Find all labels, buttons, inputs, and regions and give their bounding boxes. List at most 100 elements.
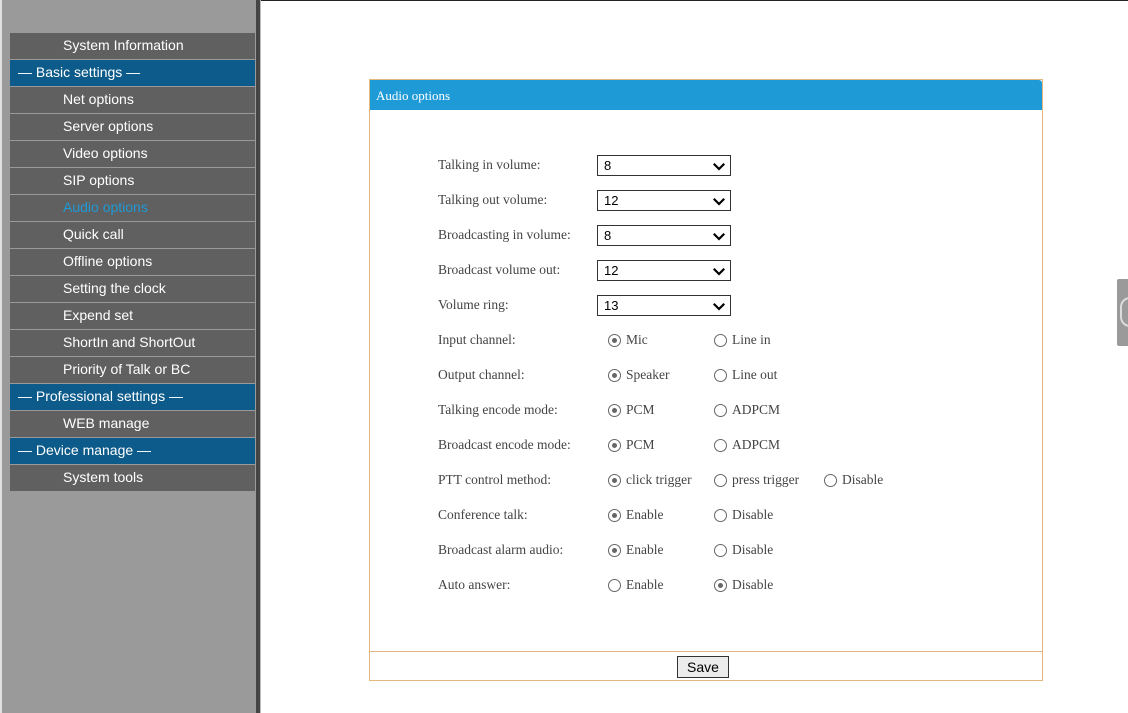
select-row: Volume ring: 13 (438, 295, 998, 316)
radio-label: Speaker (626, 367, 670, 382)
sidebar-item-video-options[interactable]: Video options (10, 141, 255, 167)
radio-label: Disable (732, 507, 774, 522)
radio-unchecked-icon (714, 369, 727, 382)
radio-row: Broadcast alarm audio: Enable Disable (438, 541, 998, 561)
radio-unchecked-icon (714, 474, 727, 487)
radio-checked-icon (608, 544, 621, 557)
field-label: Broadcasting in volume: (438, 227, 571, 242)
sidebar-item-offline-options[interactable]: Offline options (10, 249, 255, 275)
field-label: Talking out volume: (438, 192, 548, 207)
sidebar-section-basic-settings: — Basic settings — (10, 60, 255, 86)
radio-row: Auto answer: Enable Disable (438, 576, 998, 596)
radio-row: Output channel: Speaker Line out (438, 366, 998, 386)
radio-unchecked-icon (824, 474, 837, 487)
field-label: Broadcast alarm audio: (438, 542, 564, 557)
sidebar-item-priority-of-talk-or-bc[interactable]: Priority of Talk or BC (10, 357, 255, 383)
chevron-down-icon (712, 159, 726, 171)
radio-label: Mic (626, 332, 648, 347)
sidebar-item-quick-call[interactable]: Quick call (10, 222, 255, 248)
radio-row: Broadcast encode mode: PCM ADPCM (438, 436, 998, 456)
volume-select[interactable]: 12 (597, 260, 731, 281)
radio-label: Disable (732, 577, 774, 592)
field-label: Auto answer: (438, 577, 511, 592)
select-row: Talking in volume: 8 (438, 155, 998, 176)
select-value: 12 (604, 193, 619, 208)
radio-label: PCM (626, 402, 655, 417)
radio-label: Enable (626, 507, 664, 522)
radio-label: Line out (732, 367, 778, 382)
sidebar-item-server-options[interactable]: Server options (10, 114, 255, 140)
radio-checked-icon (608, 404, 621, 417)
radio-label: Disable (842, 472, 884, 487)
field-label: Output channel: (438, 367, 525, 382)
sidebar-item-web-manage[interactable]: WEB manage (10, 411, 255, 437)
radio-label: ADPCM (732, 437, 781, 452)
sidebar-section-device-manage: — Device manage — (10, 438, 255, 464)
sidebar-item-shortin-and-shortout[interactable]: ShortIn and ShortOut (10, 330, 255, 356)
radio-row: PTT control method: click trigger press tr… (438, 471, 998, 491)
field-label: Broadcast encode mode: (438, 437, 571, 452)
panel-footer: Save (370, 651, 1042, 682)
radio-unchecked-icon (608, 579, 621, 592)
chevron-down-icon (712, 229, 726, 241)
radio-row: Conference talk: Enable Disable (438, 506, 998, 526)
select-row: Broadcasting in volume: 8 (438, 225, 998, 246)
radio-unchecked-icon (714, 334, 727, 347)
field-label: Broadcast volume out: (438, 262, 561, 277)
radio-row: Input channel: Mic Line in (438, 331, 998, 351)
sidebar-item-expend-set[interactable]: Expend set (10, 303, 255, 329)
sidebar-item-system-information[interactable]: System Information (10, 33, 255, 59)
save-button[interactable]: Save (677, 656, 729, 678)
select-value: 8 (604, 158, 612, 173)
radio-unchecked-icon (714, 404, 727, 417)
radio-label: Enable (626, 542, 664, 557)
radio-checked-icon (608, 439, 621, 452)
volume-select[interactable]: 12 (597, 190, 731, 211)
select-value: 13 (604, 298, 619, 313)
select-row: Broadcast volume out: 12 (438, 260, 998, 281)
radio-label: click trigger (626, 472, 692, 487)
collapse-handle[interactable] (1117, 279, 1128, 346)
panel-title: Audio options (370, 80, 1042, 110)
field-label: Talking in volume: (438, 157, 541, 172)
sidebar-divider-edge (260, 0, 261, 713)
sidebar: System Information — Basic settings — Net … (0, 0, 258, 713)
sidebar-item-system-tools[interactable]: System tools (10, 465, 255, 491)
field-label: Input channel: (438, 332, 516, 347)
audio-options-panel: Audio options Talking in volume: 8 Talking… (369, 79, 1043, 681)
sidebar-item-setting-the-clock[interactable]: Setting the clock (10, 276, 255, 302)
radio-label: Line in (732, 332, 771, 347)
sidebar-menu: System Information — Basic settings — Net … (10, 33, 255, 492)
radio-unchecked-icon (714, 439, 727, 452)
radio-checked-icon (608, 474, 621, 487)
radio-unchecked-icon (714, 509, 727, 522)
sidebar-section-professional-settings: — Professional settings — (10, 384, 255, 410)
sidebar-item-audio-options[interactable]: Audio options (10, 195, 255, 221)
radio-label: Disable (732, 542, 774, 557)
select-value: 8 (604, 228, 612, 243)
radio-label: Enable (626, 577, 664, 592)
radio-checked-icon (608, 334, 621, 347)
volume-select[interactable]: 8 (597, 155, 731, 176)
radio-label: ADPCM (732, 402, 781, 417)
field-label: Volume ring: (438, 297, 509, 312)
radio-label: PCM (626, 437, 655, 452)
sidebar-item-net-options[interactable]: Net options (10, 87, 255, 113)
field-label: Talking encode mode: (438, 402, 558, 417)
select-value: 12 (604, 263, 619, 278)
volume-select[interactable]: 13 (597, 295, 731, 316)
radio-unchecked-icon (714, 544, 727, 557)
sidebar-item-sip-options[interactable]: SIP options (10, 168, 255, 194)
radio-label: press trigger (732, 472, 800, 487)
chevron-down-icon (712, 264, 726, 276)
radio-checked-icon (608, 369, 621, 382)
field-label: Conference talk: (438, 507, 528, 522)
radio-row: Talking encode mode: PCM ADPCM (438, 401, 998, 421)
chevron-down-icon (712, 299, 726, 311)
volume-select[interactable]: 8 (597, 225, 731, 246)
select-row: Talking out volume: 12 (438, 190, 998, 211)
radio-checked-icon (608, 509, 621, 522)
chevron-down-icon (712, 194, 726, 206)
radio-checked-icon (714, 579, 727, 592)
field-label: PTT control method: (438, 472, 551, 487)
